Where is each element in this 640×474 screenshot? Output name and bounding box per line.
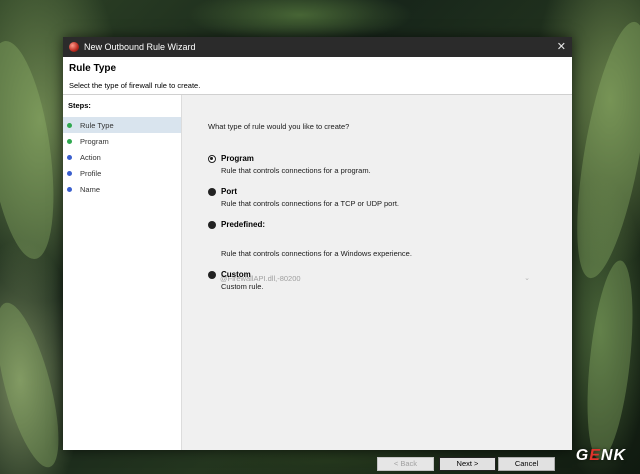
option-description: Rule that controls connections for a TCP… (221, 199, 400, 208)
step-status-icon (67, 138, 72, 144)
step-label: Action (80, 152, 101, 162)
wizard-content: What type of rule would you like to crea… (182, 95, 572, 471)
wizard-header: Rule Type Select the type of firewall ru… (63, 57, 572, 95)
page-title: Rule Type (69, 63, 117, 74)
logo-letter: NK (600, 447, 626, 464)
chevron-down-icon: ⌄ (524, 275, 530, 282)
step-status-icon (67, 122, 72, 128)
radio-port[interactable] (208, 188, 216, 196)
step-status-icon (67, 186, 72, 192)
logo-letter: E (589, 447, 601, 464)
step-rule-type[interactable]: Rule Type (63, 117, 181, 133)
option-description: Rule that controls connections for a Win… (221, 249, 412, 258)
step-action[interactable]: Action (63, 149, 181, 165)
cancel-button[interactable]: Cancel (498, 457, 555, 471)
back-button[interactable]: < Back (377, 457, 434, 471)
firewall-app-icon (69, 42, 79, 52)
genk-watermark-logo: GENK (576, 447, 626, 465)
step-label: Name (80, 184, 101, 194)
window-title: New Outbound Rule Wizard (84, 42, 196, 52)
wizard-window: New Outbound Rule Wizard ✕ Rule Type Sel… (63, 37, 572, 471)
predefined-rule-select[interactable]: @FirewallAPI.dll,-80200 ⌄ (220, 273, 530, 285)
radio-program[interactable] (208, 155, 216, 163)
option-description: Rule that controls connections for a pro… (221, 166, 371, 175)
close-button[interactable]: ✕ (557, 40, 566, 54)
option-label: Port (221, 187, 237, 196)
step-label: Rule Type (80, 120, 114, 130)
step-status-icon (67, 170, 72, 176)
step-label: Program (80, 136, 109, 146)
step-name[interactable]: Name (63, 181, 181, 197)
option-label: Program (221, 154, 254, 163)
step-label: Profile (80, 168, 102, 178)
steps-panel: Steps: Rule Type Program Action Profile … (63, 95, 182, 450)
step-program[interactable]: Program (63, 133, 181, 149)
next-button[interactable]: Next > (439, 457, 496, 471)
option-label: Custom (221, 270, 251, 279)
radio-predefined[interactable] (208, 221, 216, 229)
step-status-icon (67, 154, 72, 160)
rule-type-question: What type of rule would you like to crea… (208, 122, 350, 131)
radio-custom[interactable] (208, 271, 216, 279)
steps-heading: Steps: (68, 101, 91, 110)
step-profile[interactable]: Profile (63, 165, 181, 181)
option-label: Predefined: (221, 220, 266, 229)
page-description: Select the type of firewall rule to crea… (69, 81, 201, 90)
option-description: Custom rule. (221, 282, 264, 291)
title-bar: New Outbound Rule Wizard ✕ (63, 37, 572, 57)
logo-letter: G (575, 447, 590, 464)
